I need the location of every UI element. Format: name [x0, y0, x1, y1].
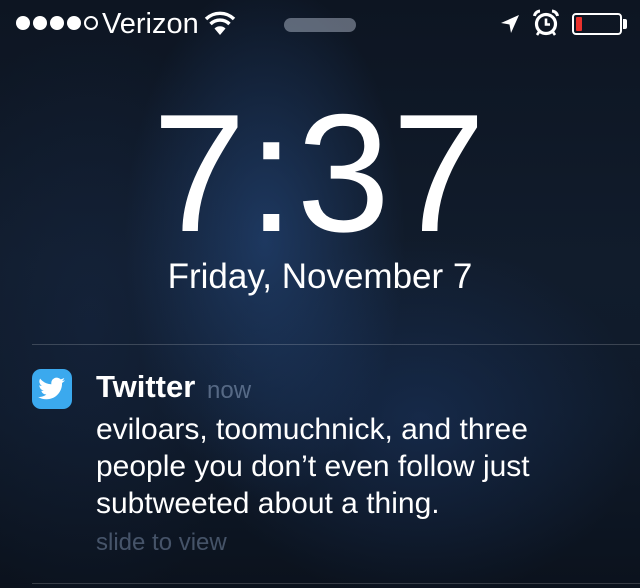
notification-item[interactable]: Twitter now eviloars, toomuchnick, and t…	[0, 345, 640, 583]
signal-dot	[33, 16, 47, 30]
carrier-name: Verizon	[102, 8, 199, 40]
camera-grabber-handle[interactable]	[284, 18, 356, 32]
bird-glyph-icon	[38, 377, 65, 400]
notification-message: eviloars, toomuchnick, and three people …	[96, 413, 530, 520]
signal-dot	[67, 16, 81, 30]
battery-terminal	[623, 19, 627, 29]
battery-icon	[572, 13, 622, 35]
lock-screen-time: 7:37	[152, 79, 488, 267]
signal-dot	[50, 16, 64, 30]
twitter-bird-icon	[32, 369, 72, 409]
notification-divider-bottom	[32, 583, 640, 584]
signal-dot-empty	[84, 16, 98, 30]
notification-timestamp: now	[207, 377, 252, 404]
location-icon	[501, 15, 519, 33]
battery-level-fill	[576, 17, 582, 31]
wifi-icon	[204, 11, 236, 35]
alarm-icon	[533, 9, 559, 36]
notification-app-name: Twitter	[96, 369, 196, 404]
signal-dot	[16, 16, 30, 30]
status-bar: Verizon	[0, 0, 640, 48]
slide-to-view-hint[interactable]: slide to view	[96, 529, 227, 557]
signal-strength-indicator	[16, 16, 98, 30]
lock-screen-date: Friday, November 7	[167, 257, 473, 296]
